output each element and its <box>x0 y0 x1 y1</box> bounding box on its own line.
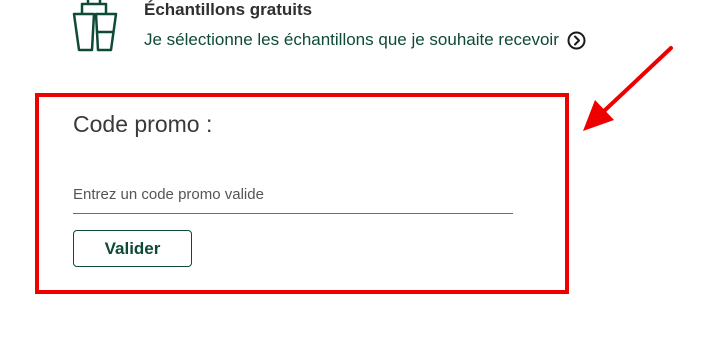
free-samples-section: Échantillons gratuits Je sélectionne les… <box>70 0 630 60</box>
promo-code-input[interactable] <box>73 175 513 214</box>
product-samples-icon <box>70 0 120 54</box>
free-samples-title: Échantillons gratuits <box>144 0 313 19</box>
validate-promo-button[interactable]: Valider <box>73 230 192 267</box>
select-samples-link-text: Je sélectionne les échantillons que je s… <box>144 30 559 49</box>
annotation-arrow-icon <box>575 40 685 140</box>
promo-code-title: Code promo : <box>73 111 213 137</box>
promo-code-section: Code promo : Valider <box>35 93 569 294</box>
select-samples-link[interactable]: Je sélectionne les échantillons que je s… <box>144 30 586 50</box>
